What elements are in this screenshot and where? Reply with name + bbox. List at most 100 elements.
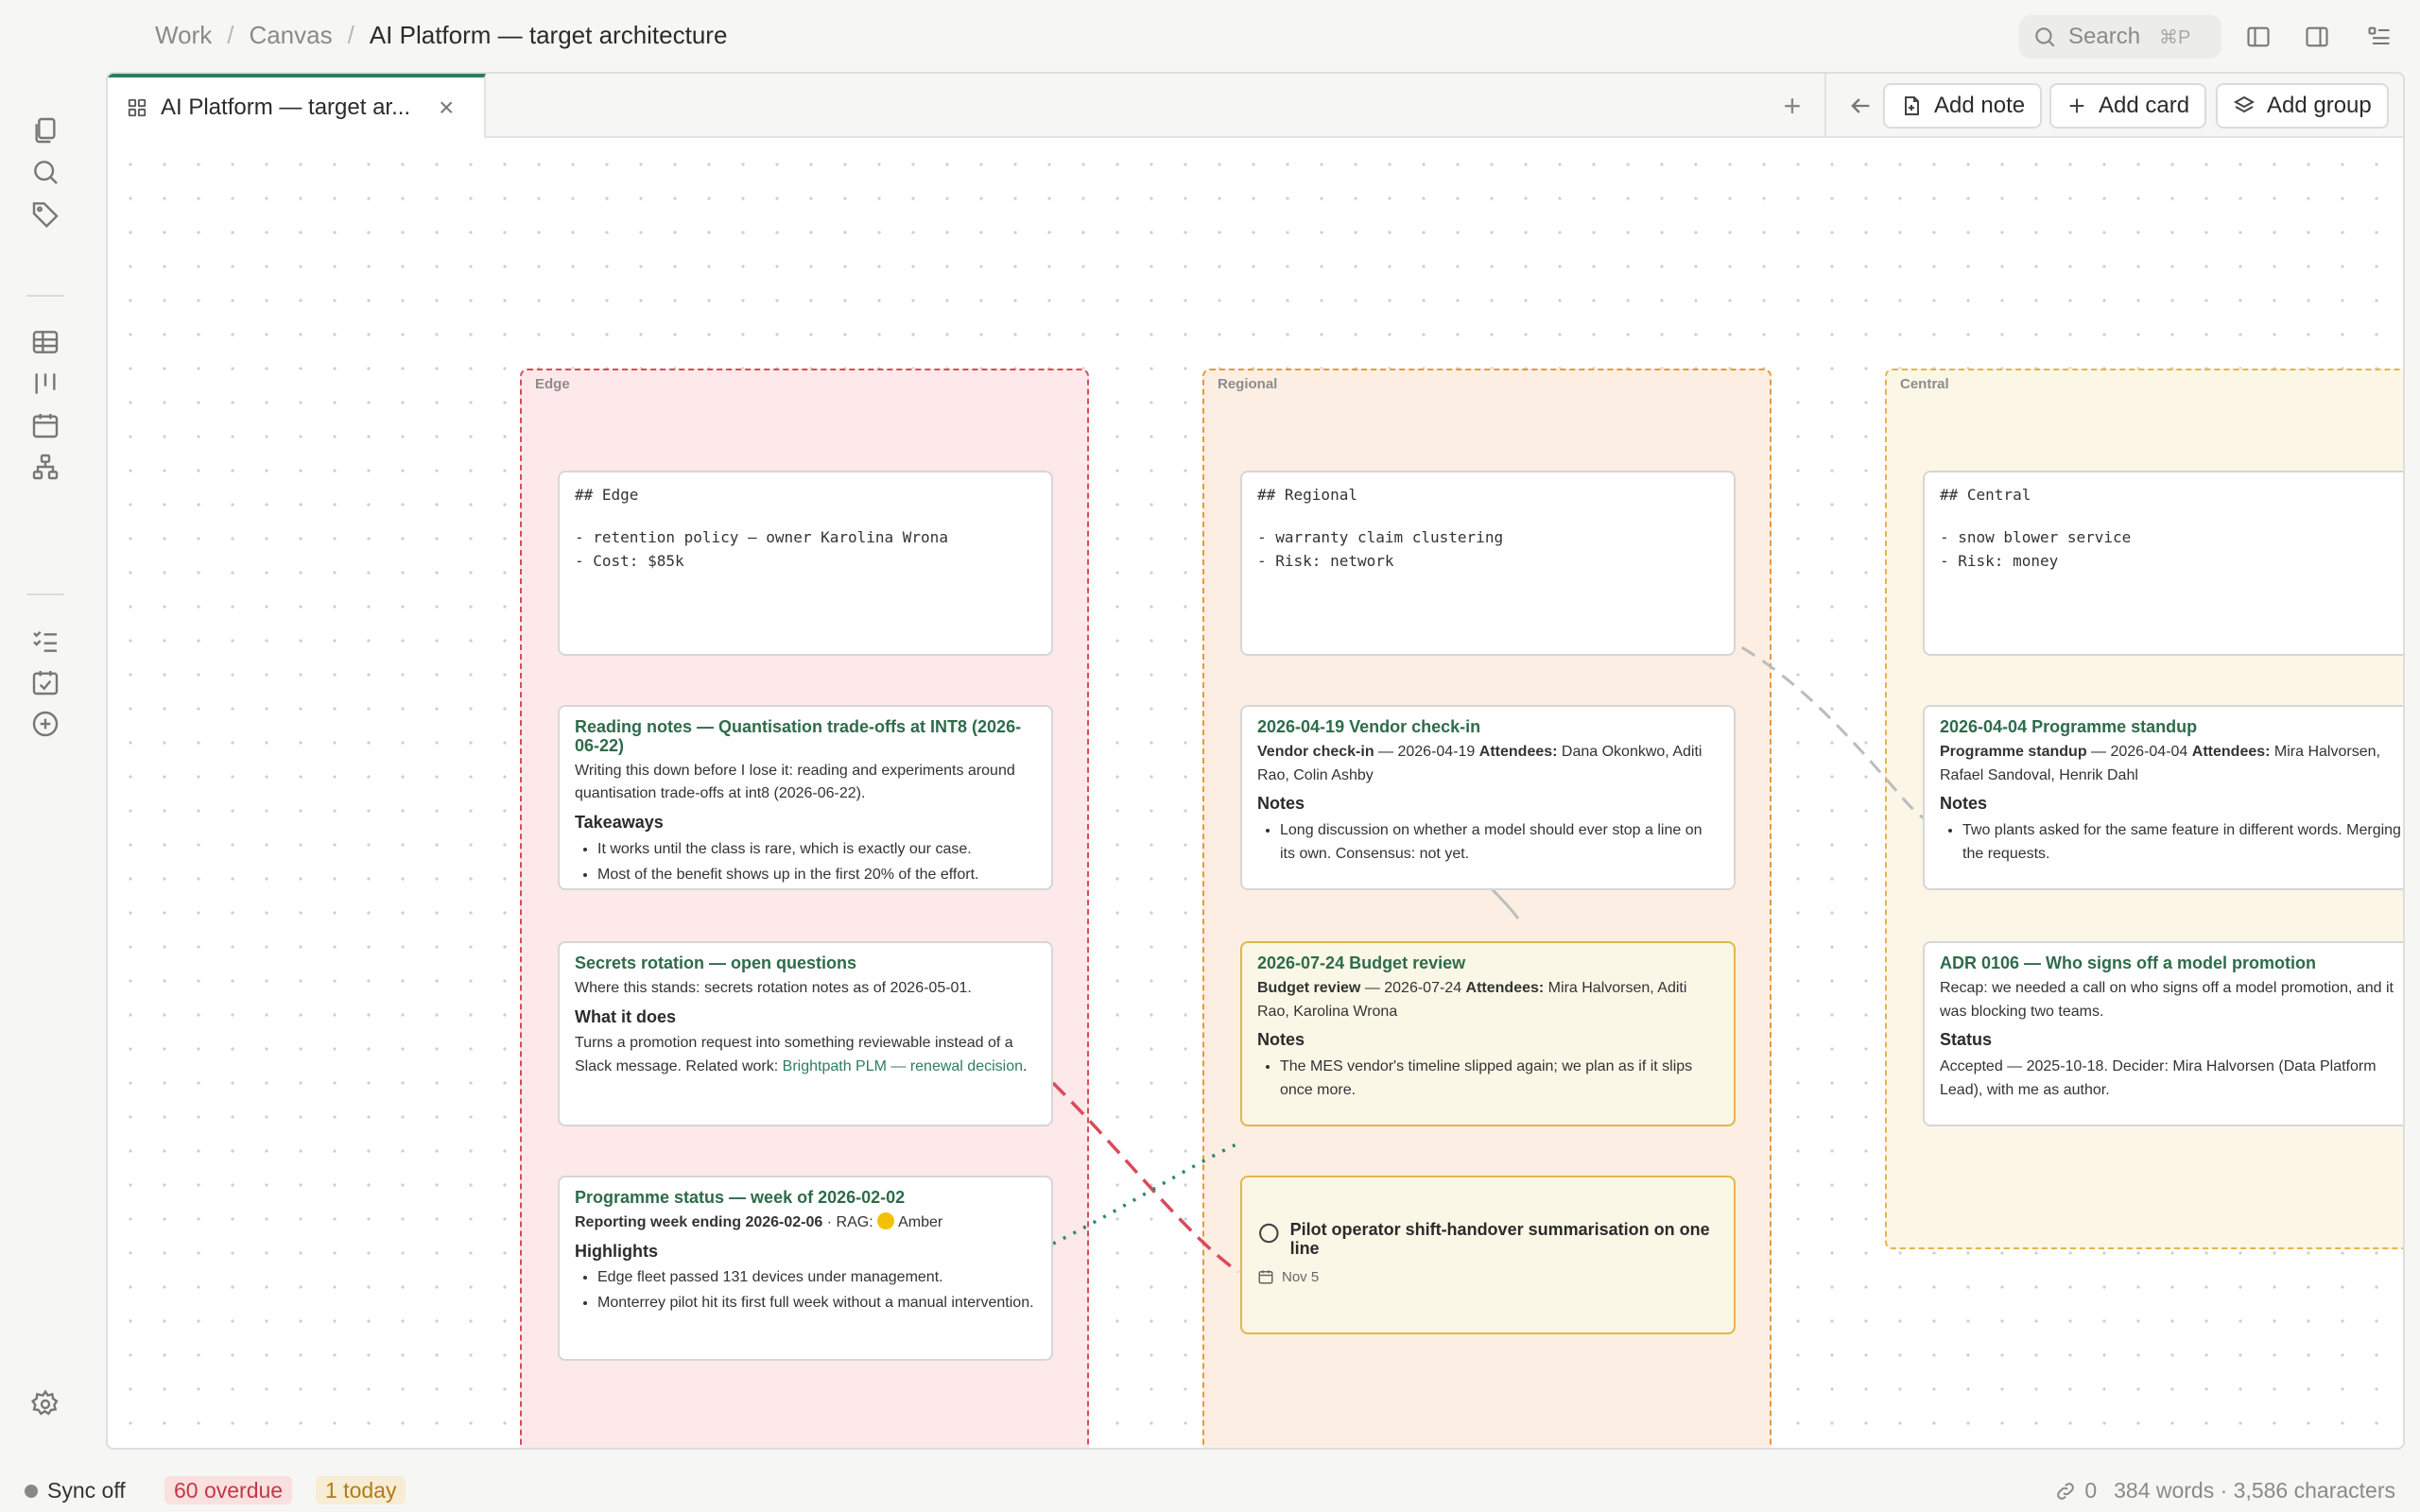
list-item: Two plants asked for the same feature in… <box>1962 819 2401 867</box>
today-badge[interactable]: 1 today <box>316 1476 406 1504</box>
note-heading: ## Central <box>1940 486 2031 504</box>
backlinks-count[interactable]: 0 <box>2054 1478 2097 1503</box>
breadcrumb: Work / Canvas / AI Platform — target arc… <box>155 21 727 50</box>
rail-divider <box>26 295 64 297</box>
card-programme-standup[interactable]: 2026-04-04 Programme standup Programme s… <box>1923 705 2403 890</box>
page-title: AI Platform — target architecture <box>369 21 728 49</box>
table-icon[interactable] <box>25 321 66 363</box>
breadcrumb-separator: / <box>347 21 354 49</box>
card-text: Turns a promotion request into something… <box>575 1035 1028 1075</box>
note-heading: ## Regional <box>1257 486 1357 504</box>
left-sidebar-toggle-icon[interactable] <box>2240 19 2276 55</box>
card-meta: Vendor check-in — 2026-04-19 Attendees: … <box>1257 743 1703 783</box>
right-sidebar-toggle-icon[interactable] <box>2299 19 2335 55</box>
card-section: Notes <box>1257 794 1305 814</box>
new-tab-button[interactable]: + <box>1773 87 1811 125</box>
card-section: Status <box>1940 1030 1993 1050</box>
add-circle-icon[interactable] <box>25 703 66 745</box>
task-checkbox-icon[interactable] <box>1257 1221 1281 1246</box>
card-section: Highlights <box>575 1241 658 1261</box>
card-programme-status[interactable]: Programme status — week of 2026-02-02 Re… <box>558 1176 1053 1361</box>
list-item: Long discussion on whether a model shoul… <box>1280 819 1719 867</box>
add-group-label: Add group <box>2267 93 2372 118</box>
canvas-area[interactable]: Edge Regional Central ## Edge - retentio… <box>108 138 2403 1448</box>
card-meta: Reporting week ending 2026-02-06 · RAG: … <box>575 1211 943 1230</box>
card-title: 2026-04-04 Programme standup <box>1940 717 2198 736</box>
tasks-icon[interactable] <box>25 620 66 662</box>
plus-icon <box>2069 98 2084 113</box>
tab-title: AI Platform — target ar... <box>161 94 411 120</box>
card-meta: Budget review — 2026-07-24 Attendees: Mi… <box>1257 979 1687 1020</box>
add-group-button[interactable]: Add group <box>2216 83 2389 129</box>
group-label: Central <box>1900 376 1949 392</box>
card-title: 2026-04-19 Vendor check-in <box>1257 717 1481 736</box>
search-button[interactable]: Search ⌘P <box>2019 15 2221 59</box>
note-line: - Risk: money <box>1940 551 2059 570</box>
note-line: - warranty claim clustering <box>1257 527 1504 546</box>
canvas-icon <box>128 98 147 117</box>
search-icon <box>2035 27 2055 47</box>
calendar-check-icon[interactable] <box>25 662 66 703</box>
note-regional[interactable]: ## Regional - warranty claim clustering … <box>1240 471 1736 656</box>
outline-icon[interactable] <box>2361 19 2397 55</box>
note-line: - retention policy — owner Karolina Wron… <box>575 527 948 546</box>
hierarchy-icon[interactable] <box>25 446 66 488</box>
card-vendor-check-in[interactable]: 2026-04-19 Vendor check-in Vendor check-… <box>1240 705 1736 890</box>
breadcrumb-canvas[interactable]: Canvas <box>249 21 332 50</box>
note-heading: ## Edge <box>575 486 639 504</box>
kanban-icon[interactable] <box>25 363 66 404</box>
card-reading-notes[interactable]: Reading notes — Quantisation trade-offs … <box>558 705 1053 890</box>
note-edge[interactable]: ## Edge - retention policy — owner Karol… <box>558 471 1053 656</box>
canvas-window: AI Platform — target ar... × + Add note … <box>106 72 2405 1450</box>
card-budget-review[interactable]: 2026-07-24 Budget review Budget review —… <box>1240 941 1736 1126</box>
group-label: Regional <box>1218 376 1278 392</box>
card-section: Notes <box>1257 1030 1305 1050</box>
word-count: 384 words · 3,586 characters <box>2114 1478 2395 1503</box>
toolbar-divider <box>1824 74 1826 138</box>
add-card-label: Add card <box>2099 93 2190 118</box>
card-text: Accepted — 2025-10-18. Decider: Mira Hal… <box>1940 1058 2377 1099</box>
list-item: Monterrey pilot hit its first full week … <box>597 1292 1036 1315</box>
settings-icon[interactable] <box>25 1383 66 1425</box>
files-icon[interactable] <box>25 110 66 151</box>
card-title: Programme status — week of 2026-02-02 <box>575 1188 906 1207</box>
add-note-button[interactable]: Add note <box>1883 83 2043 129</box>
card-body: Where this stands: secrets rotation note… <box>575 979 972 996</box>
card-body: Writing this down before I lose it: read… <box>575 762 1015 802</box>
list-item: It works until the class is rare, which … <box>597 838 1036 862</box>
card-section: What it does <box>575 1006 676 1026</box>
task-card[interactable]: Pilot operator shift-handover summarisat… <box>1240 1176 1736 1334</box>
calendar-icon[interactable] <box>25 404 66 446</box>
card-adr-0106[interactable]: ADR 0106 — Who signs off a model promoti… <box>1923 941 2403 1126</box>
note-line: - Risk: network <box>1257 551 1394 570</box>
sync-dot-icon <box>25 1484 38 1498</box>
tab-bar: AI Platform — target ar... × + Add note … <box>108 74 2403 138</box>
list-item: The MES vendor's timeline slipped again;… <box>1280 1056 1719 1103</box>
overdue-badge[interactable]: 60 overdue <box>164 1476 293 1504</box>
breadcrumb-work[interactable]: Work <box>155 21 212 50</box>
note-central[interactable]: ## Central - snow blower service - Risk:… <box>1923 471 2403 656</box>
card-title: Secrets rotation — open questions <box>575 954 857 972</box>
search-shortcut: ⌘P <box>2159 26 2191 48</box>
close-tab-icon[interactable]: × <box>439 93 454 123</box>
tag-icon[interactable] <box>25 193 66 234</box>
add-card-button[interactable]: Add card <box>2049 83 2207 129</box>
card-secrets-rotation[interactable]: Secrets rotation — open questions Where … <box>558 941 1053 1126</box>
card-section: Notes <box>1940 794 1988 814</box>
list-item: Edge fleet passed 131 devices under mana… <box>597 1266 1036 1290</box>
search-label: Search <box>2068 24 2141 49</box>
search-icon[interactable] <box>25 151 66 193</box>
due-date: Nov 5 <box>1282 1268 1320 1285</box>
task-title: Pilot operator shift-handover summarisat… <box>1289 1220 1710 1258</box>
back-arrow-icon[interactable] <box>1841 87 1879 125</box>
task-due-date: Nov 5 <box>1257 1266 1719 1288</box>
sync-label: Sync off <box>47 1478 126 1503</box>
tab-canvas[interactable]: AI Platform — target ar... × <box>108 74 486 138</box>
calendar-icon <box>1258 1270 1273 1284</box>
card-title: 2026-07-24 Budget review <box>1257 954 1466 972</box>
related-link[interactable]: Brightpath PLM — renewal decision <box>783 1058 1023 1074</box>
document-stats: 0 384 words · 3,586 characters <box>2054 1478 2395 1503</box>
breadcrumb-separator: / <box>227 21 234 49</box>
status-bar: Sync off 60 overdue 1 today 0 384 words … <box>0 1470 2420 1512</box>
sync-status[interactable]: Sync off <box>25 1478 126 1503</box>
